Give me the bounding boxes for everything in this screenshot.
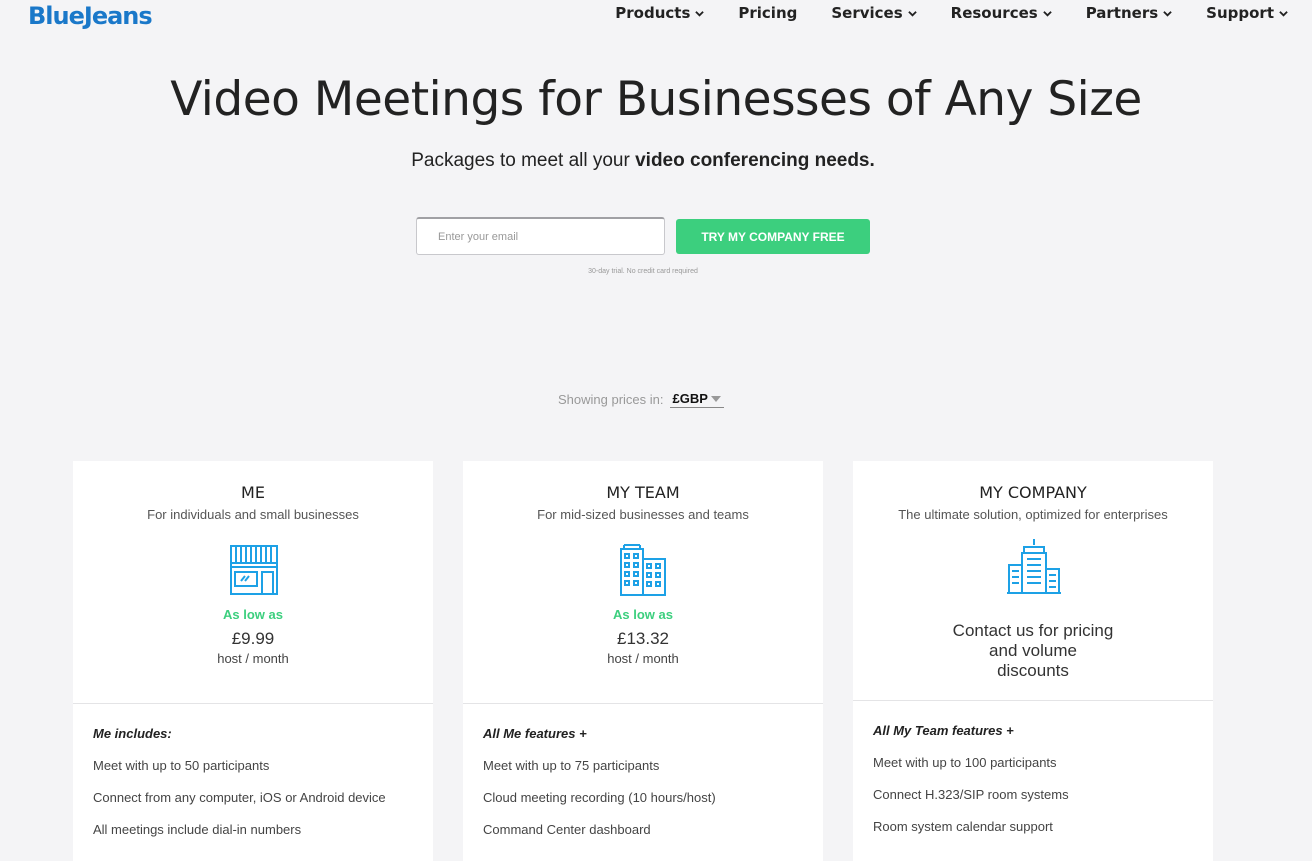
contact-line: and volume <box>989 641 1077 660</box>
plan-price: £13.32 <box>617 629 669 648</box>
feature-item: Room system calendar support <box>873 819 1053 834</box>
features-heading: All Me features + <box>483 726 587 741</box>
features-heading: All My Team features + <box>873 723 1014 738</box>
nav-label: Resources <box>950 4 1038 22</box>
plan-title: ME <box>241 483 265 502</box>
try-free-button[interactable]: TRY MY COMPANY FREE <box>676 219 870 254</box>
chevron-down-icon <box>907 10 917 17</box>
nav-partners[interactable]: Partners <box>1086 4 1172 22</box>
currency-label: Showing prices in: <box>558 392 664 407</box>
features-heading: Me includes: <box>93 726 172 741</box>
feature-item: Connect H.323/SIP room systems <box>873 787 1069 802</box>
plan-card-my-company: MY COMPANY The ultimate solution, optimi… <box>853 461 1213 861</box>
nav-label: Support <box>1206 4 1274 22</box>
chevron-down-icon <box>1163 10 1172 17</box>
storefront-icon <box>230 545 278 595</box>
nav-products[interactable]: Products <box>615 4 705 22</box>
as-low-as-label: As low as <box>223 607 283 622</box>
trial-note: 30-day trial. No credit card required <box>588 268 698 275</box>
currency-dropdown[interactable]: £GBP <box>669 391 724 408</box>
hero-subtitle-text: Packages to meet all your <box>411 150 636 171</box>
contact-pricing-text: Contact us for pricing and volume discou… <box>853 621 1213 681</box>
currency-selector-row: Showing prices in: £GBP <box>558 391 724 408</box>
plan-description: The ultimate solution, optimized for ent… <box>898 507 1168 522</box>
main-nav: Products Pricing Services Resources Part… <box>615 4 1288 22</box>
office-buildings-icon <box>620 544 666 596</box>
hero-subtitle: Packages to meet all your video conferen… <box>0 150 1286 172</box>
plan-period: host / month <box>607 651 679 666</box>
feature-item: Cloud meeting recording (10 hours/host) <box>483 790 716 805</box>
page-title: Video Meetings for Businesses of Any Siz… <box>170 72 1142 127</box>
divider <box>73 703 433 704</box>
chevron-down-icon <box>695 10 705 17</box>
chevron-down-icon <box>1279 10 1288 17</box>
nav-label: Pricing <box>738 4 798 22</box>
plan-description: For mid-sized businesses and teams <box>537 507 749 522</box>
email-field[interactable] <box>416 217 665 255</box>
divider <box>853 700 1213 701</box>
feature-item: Meet with up to 75 participants <box>483 758 660 773</box>
feature-item: All meetings include dial-in numbers <box>93 822 302 837</box>
plan-title: MY COMPANY <box>979 483 1087 502</box>
nav-resources[interactable]: Resources <box>951 4 1052 22</box>
nav-label: Services <box>831 4 903 22</box>
feature-item: Connect from any computer, iOS or Androi… <box>93 790 386 805</box>
plan-title: MY TEAM <box>606 483 680 502</box>
caret-down-icon <box>710 395 721 402</box>
plan-period: host / month <box>217 651 289 666</box>
feature-item: Command Center dashboard <box>483 822 651 837</box>
plan-price: £9.99 <box>231 629 275 648</box>
divider <box>463 703 823 704</box>
nav-label: Partners <box>1085 4 1159 22</box>
hero-subtitle-bold: video conferencing needs. <box>635 150 875 171</box>
nav-services[interactable]: Services <box>831 4 917 22</box>
currency-value: £GBP <box>672 391 708 406</box>
plan-description: For individuals and small businesses <box>147 507 359 522</box>
contact-line: discounts <box>997 661 1069 680</box>
plan-card-my-team: MY TEAM For mid-sized businesses and tea… <box>463 461 823 861</box>
plan-card-me: ME For individuals and small businesses … <box>73 461 433 861</box>
contact-line: Contact us for pricing <box>952 621 1114 640</box>
as-low-as-label: As low as <box>613 607 673 622</box>
bluejeans-logo[interactable]: BlueJeans <box>28 2 153 30</box>
feature-item: Meet with up to 50 participants <box>93 758 270 773</box>
feature-item: Meet with up to 100 participants <box>873 755 1057 770</box>
skyscraper-icon <box>1007 539 1061 594</box>
nav-pricing[interactable]: Pricing <box>738 4 797 22</box>
nav-support[interactable]: Support <box>1206 4 1288 22</box>
top-header: BlueJeans Products Pricing Services Reso… <box>0 0 1312 34</box>
nav-label: Products <box>615 4 691 22</box>
chevron-down-icon <box>1042 10 1052 17</box>
